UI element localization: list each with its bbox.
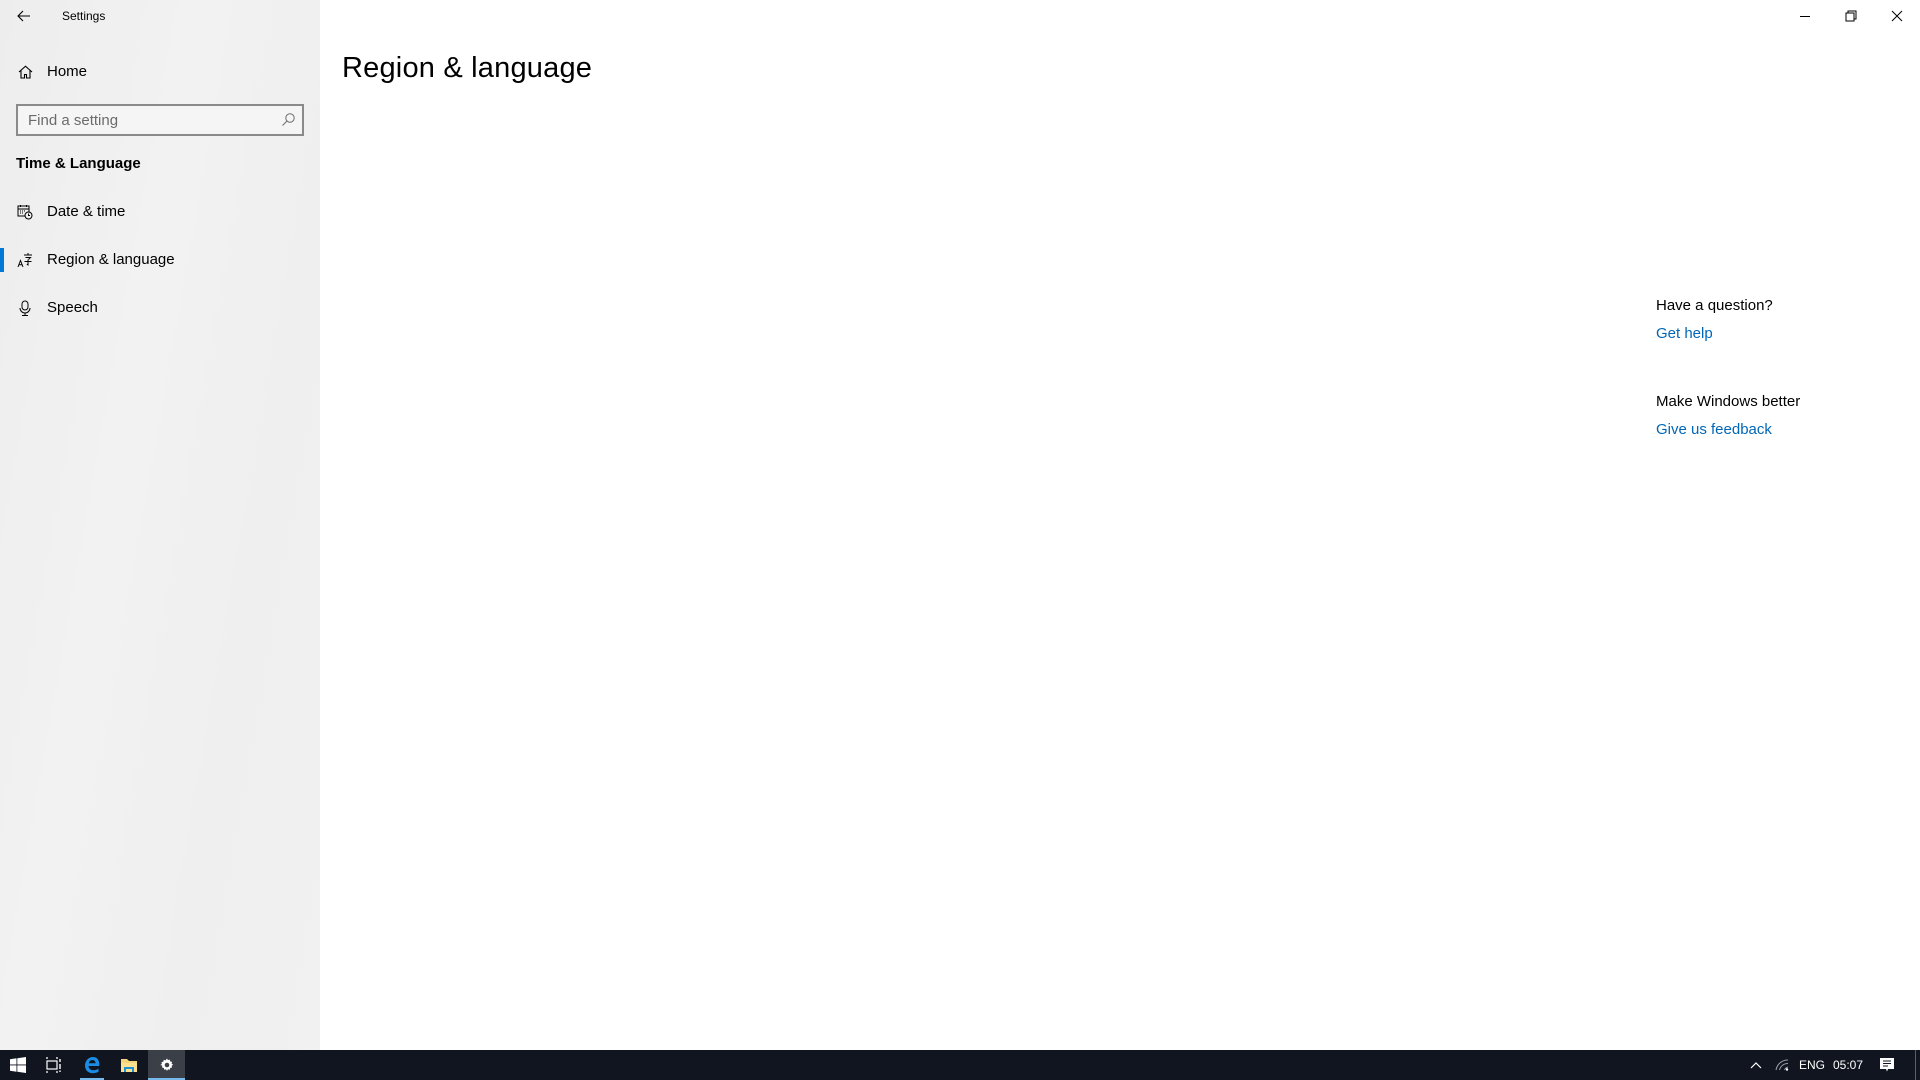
notifications-icon <box>1880 1058 1894 1072</box>
search-box[interactable] <box>16 104 304 136</box>
restore-button[interactable] <box>1828 0 1874 32</box>
sidebar-item-region-language[interactable]: Region & language <box>0 240 320 280</box>
chevron-up-icon <box>1750 1062 1762 1069</box>
sidebar-item-home[interactable]: Home <box>0 58 320 86</box>
give-feedback-link[interactable]: Give us feedback <box>1656 421 1800 441</box>
search-icon[interactable] <box>280 112 296 128</box>
taskbar-app-settings[interactable] <box>148 1050 185 1080</box>
wifi-icon <box>1775 1059 1789 1071</box>
close-button[interactable] <box>1874 0 1920 32</box>
sidebar-item-speech[interactable]: Speech <box>0 288 320 328</box>
home-label: Home <box>47 63 88 80</box>
folder-icon <box>121 1059 137 1072</box>
network-button[interactable] <box>1770 1050 1794 1080</box>
taskbar-app-task-view[interactable] <box>36 1050 72 1080</box>
show-hidden-icons-button[interactable] <box>1744 1050 1768 1080</box>
sidebar: Settings Home Time & Language <box>0 0 320 1050</box>
gear-icon <box>159 1058 173 1071</box>
home-icon <box>17 64 33 80</box>
task-view-icon <box>46 1057 61 1073</box>
taskbar-app-file-explorer[interactable] <box>110 1050 148 1080</box>
microphone-icon <box>17 300 33 316</box>
start-button[interactable] <box>0 1050 36 1080</box>
calendar-clock-icon <box>17 204 33 220</box>
help-panel: Have a question? Get help Make Windows b… <box>1656 297 1800 441</box>
window-title: Settings <box>62 9 106 23</box>
feedback-heading: Make Windows better <box>1656 393 1801 410</box>
question-heading: Have a question? <box>1656 297 1773 314</box>
selected-indicator <box>0 248 4 272</box>
edge-icon <box>85 1057 100 1074</box>
taskbar-app-edge[interactable] <box>74 1050 110 1080</box>
speech-label: Speech <box>47 299 98 316</box>
restore-icon <box>1845 10 1857 22</box>
input-language-indicator[interactable]: ENG <box>1799 1058 1825 1072</box>
close-icon <box>1891 10 1903 22</box>
date-time-label: Date & time <box>47 203 126 220</box>
back-button[interactable] <box>12 4 36 28</box>
minimize-icon <box>1800 16 1810 17</box>
clock[interactable]: 05:07 <box>1833 1058 1863 1072</box>
show-desktop-button[interactable] <box>1915 1050 1916 1080</box>
section-title: Time & Language <box>16 155 141 172</box>
language-icon <box>17 252 33 268</box>
page-title: Region & language <box>342 52 593 84</box>
region-language-label: Region & language <box>47 251 175 268</box>
action-center-button[interactable] <box>1872 1050 1902 1080</box>
sidebar-item-date-time[interactable]: Date & time <box>0 192 320 232</box>
search-input[interactable] <box>18 106 268 134</box>
get-help-link[interactable]: Get help <box>1656 325 1800 345</box>
taskbar: ENG 05:07 <box>0 1050 1920 1080</box>
minimize-button[interactable] <box>1782 0 1828 32</box>
settings-window: Settings Home Time & Language <box>0 0 1920 1050</box>
windows-logo-icon <box>10 1057 26 1073</box>
back-arrow-icon <box>17 10 30 22</box>
